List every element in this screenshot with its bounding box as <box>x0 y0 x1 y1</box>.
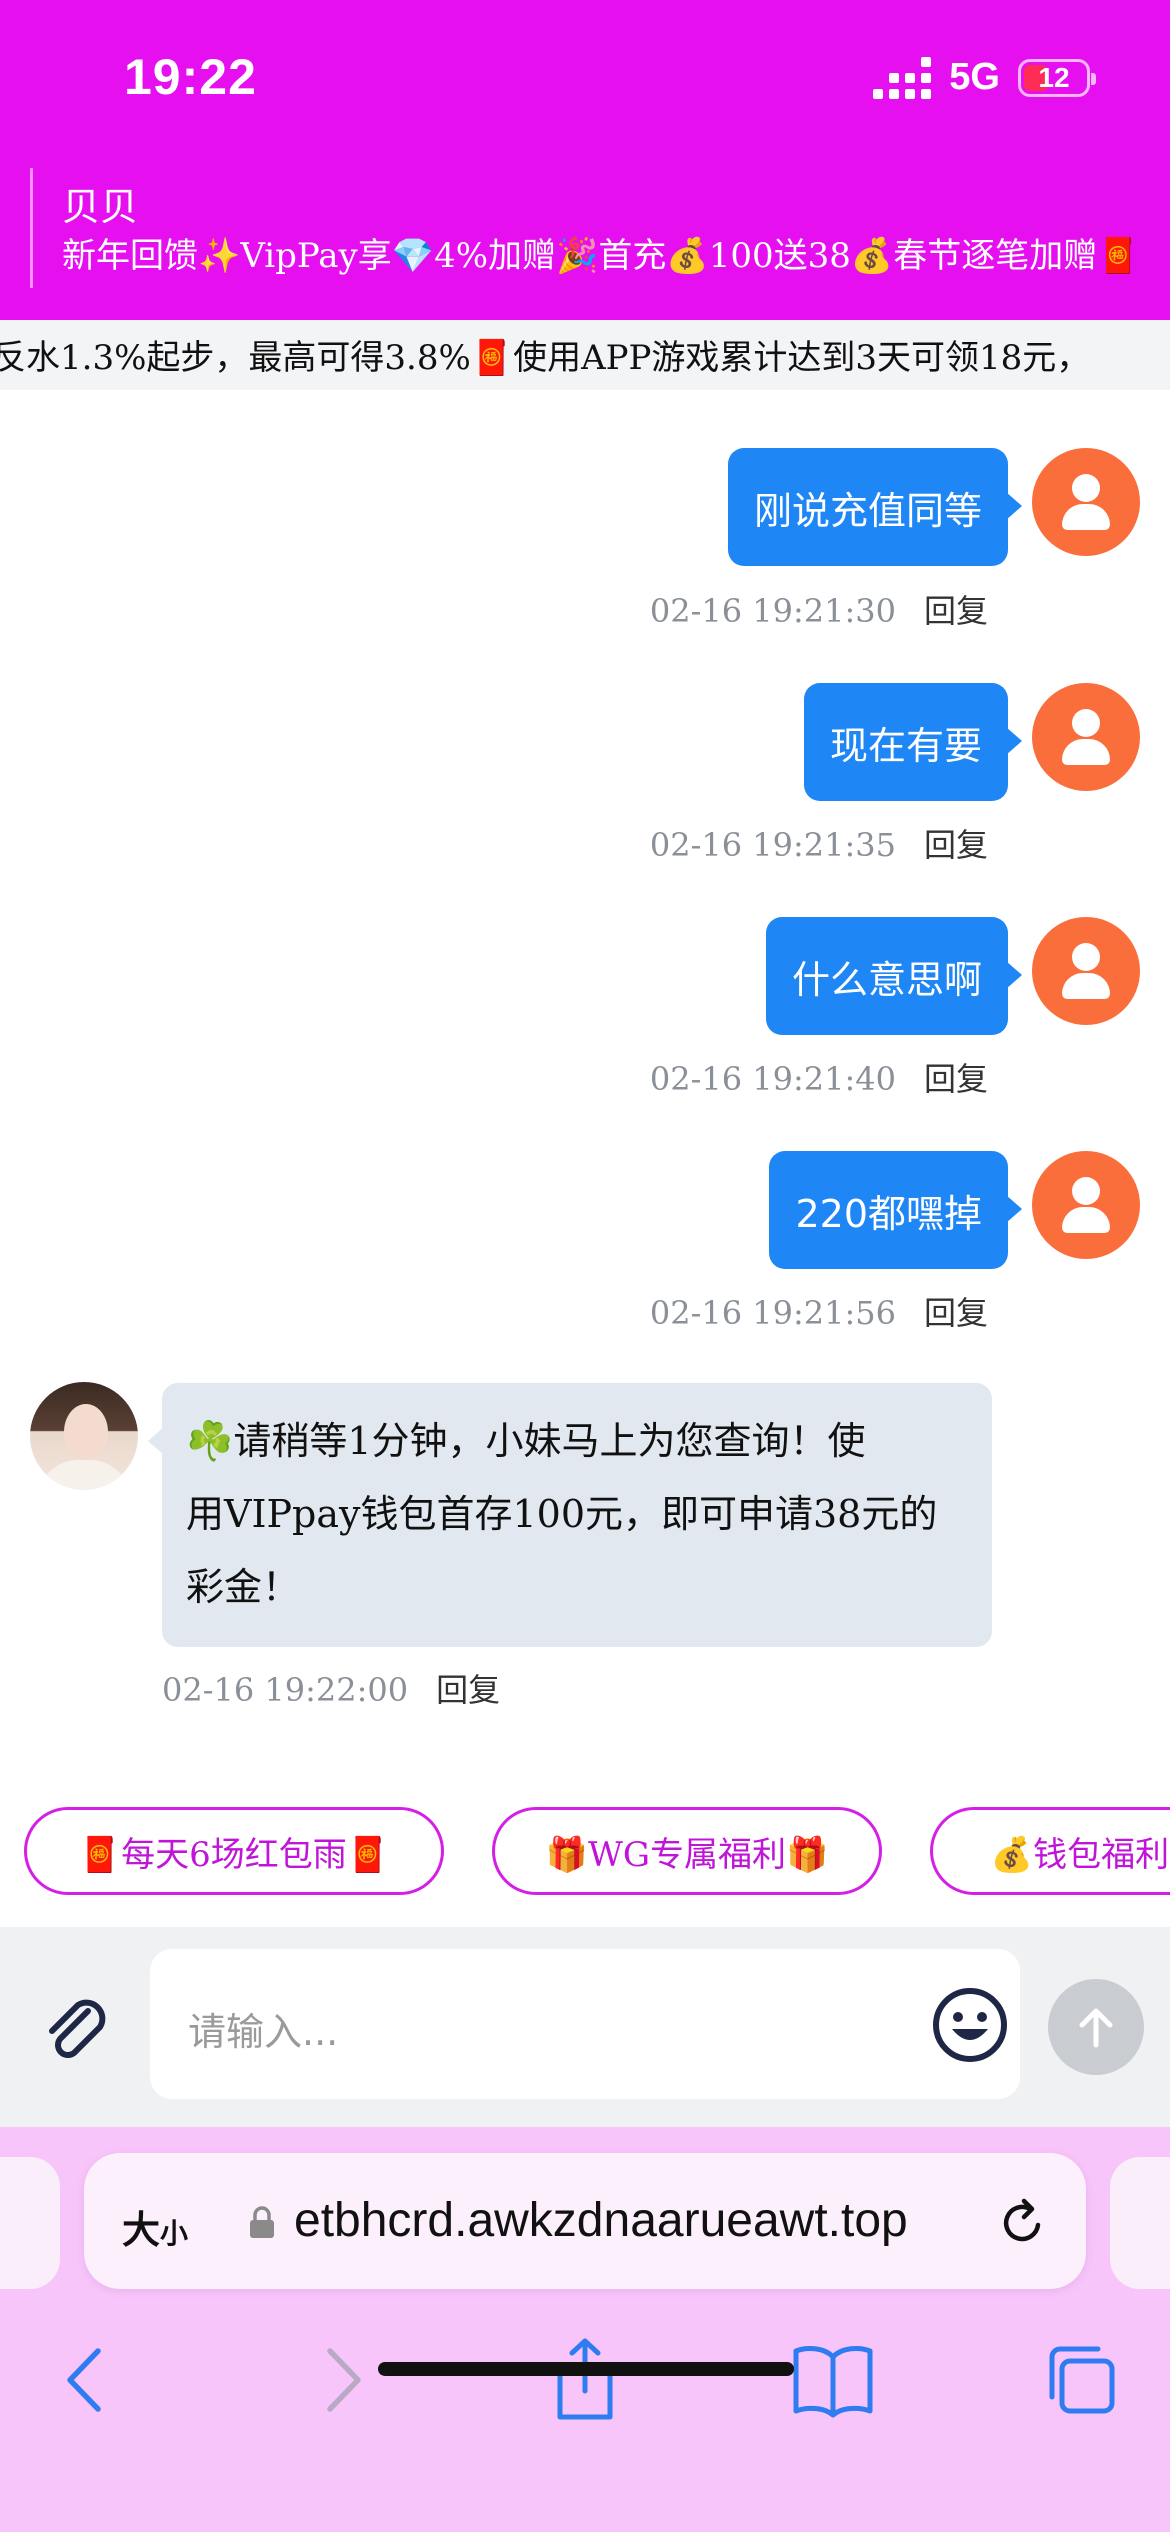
emoji-icon[interactable] <box>930 1985 1010 2065</box>
paperclip-icon[interactable] <box>36 1989 116 2069</box>
message-meta: 02-16 19:21:35 回复 <box>650 820 988 866</box>
send-button[interactable] <box>1048 1979 1144 2075</box>
user-avatar <box>1032 683 1140 791</box>
message-timestamp: 02-16 19:22:00 <box>162 1671 409 1709</box>
user-avatar <box>1032 448 1140 556</box>
share-icon[interactable] <box>540 2335 630 2425</box>
browser-nav-row <box>0 2323 1170 2433</box>
reply-button[interactable]: 回复 <box>436 1671 500 1709</box>
outgoing-message-bubble[interactable]: 刚说充值同等 <box>727 448 1023 566</box>
signal-icon <box>873 56 932 99</box>
header-divider <box>30 168 33 288</box>
outgoing-message-bubble[interactable]: 现在有要 <box>803 683 1023 801</box>
quick-reply-bar: 🧧每天6场红包雨🧧 🎁WG专属福利🎁 💰钱包福利 <box>0 1777 1170 1927</box>
chat-header: 19:22 5G 12 贝贝 新年回馈✨VipPay享💎4%加赠🎉首充💰100送… <box>0 0 1170 320</box>
text-size-large: 大 <box>122 2208 161 2252</box>
message-timestamp: 02-16 19:21:30 <box>649 592 896 630</box>
user-icon <box>1072 474 1100 502</box>
user-icon <box>1072 1177 1100 1205</box>
room-name: 贝贝 <box>62 185 139 229</box>
reply-button[interactable]: 回复 <box>924 1294 988 1332</box>
message-meta: 02-16 19:22:00 回复 <box>162 1665 500 1711</box>
user-icon <box>1072 709 1100 737</box>
message-timestamp: 02-16 19:21:35 <box>649 826 896 864</box>
url-text: etbhcrd.awkzdnaarueawt.top <box>294 2194 908 2247</box>
announcement-marquee: 反水1.3%起步，最高可得3.8%🧧使用APP游戏累计达到3天可领18元， <box>0 320 1170 390</box>
message-line: 彩金！ <box>186 1565 301 1609</box>
home-indicator[interactable] <box>378 2362 794 2376</box>
message-composer: 请输入... <box>0 1927 1170 2127</box>
reply-button[interactable]: 回复 <box>924 826 988 864</box>
previous-tab-preview[interactable] <box>0 2157 60 2289</box>
message-meta: 02-16 19:21:30 回复 <box>650 586 988 632</box>
network-type: 5G <box>949 56 1000 98</box>
message-input[interactable]: 请输入... <box>150 1949 1020 2099</box>
room-notice: 新年回馈✨VipPay享💎4%加赠🎉首充💰100送38💰春节逐笔加赠🧧 <box>62 236 1140 276</box>
outgoing-message-bubble[interactable]: 什么意思啊 <box>765 917 1023 1035</box>
address-bar[interactable]: 大小 etbhcrd.awkzdnaarueawt.top <box>84 2153 1086 2289</box>
status-time: 19:22 <box>124 49 257 105</box>
message-meta: 02-16 19:21:56 回复 <box>650 1288 988 1334</box>
battery-icon: 12 <box>1018 58 1096 97</box>
reload-icon[interactable] <box>994 2195 1050 2251</box>
message-meta: 02-16 19:21:40 回复 <box>650 1054 988 1100</box>
forward-icon[interactable] <box>296 2335 386 2425</box>
agent-avatar <box>30 1382 138 1490</box>
reply-button[interactable]: 回复 <box>924 592 988 630</box>
send-arrow-icon <box>1079 2008 1113 2048</box>
back-icon[interactable] <box>42 2335 132 2425</box>
message-timestamp: 02-16 19:21:56 <box>649 1294 896 1332</box>
message-timestamp: 02-16 19:21:40 <box>649 1060 896 1098</box>
message-line: ☘️请稍等1分钟，小妹马上为您查询！使 <box>186 1419 866 1463</box>
quick-reply-chip[interactable]: 🎁WG专属福利🎁 <box>492 1807 882 1895</box>
text-size-small: 小 <box>160 2217 189 2250</box>
bookmarks-icon[interactable] <box>788 2335 878 2425</box>
incoming-message-bubble[interactable]: ☘️请稍等1分钟，小妹马上为您查询！使 用VIPpay钱包首存100元，即可申请… <box>148 1383 992 1647</box>
tabs-icon[interactable] <box>1036 2335 1126 2425</box>
reply-button[interactable]: 回复 <box>924 1060 988 1098</box>
outgoing-message-bubble[interactable]: 220都嘿掉 <box>769 1151 1022 1269</box>
user-avatar <box>1032 1151 1140 1259</box>
message-line: 用VIPpay钱包首存100元，即可申请38元的 <box>186 1492 938 1536</box>
browser-toolbar: 大小 etbhcrd.awkzdnaarueawt.top <box>0 2127 1170 2532</box>
next-tab-preview[interactable] <box>1110 2157 1170 2289</box>
quick-reply-chip[interactable]: 💰钱包福利 <box>930 1807 1170 1895</box>
quick-reply-chip[interactable]: 🧧每天6场红包雨🧧 <box>24 1807 444 1895</box>
input-placeholder: 请输入... <box>188 2010 339 2054</box>
battery-level: 12 <box>1038 61 1070 93</box>
lock-icon <box>250 2206 274 2238</box>
user-icon <box>1072 943 1100 971</box>
marquee-text: 反水1.3%起步，最高可得3.8%🧧使用APP游戏累计达到3天可领18元， <box>0 338 1091 378</box>
user-avatar <box>1032 917 1140 1025</box>
text-size-button[interactable]: 大小 <box>122 2199 188 2254</box>
status-indicators: 5G 12 <box>873 56 1096 99</box>
